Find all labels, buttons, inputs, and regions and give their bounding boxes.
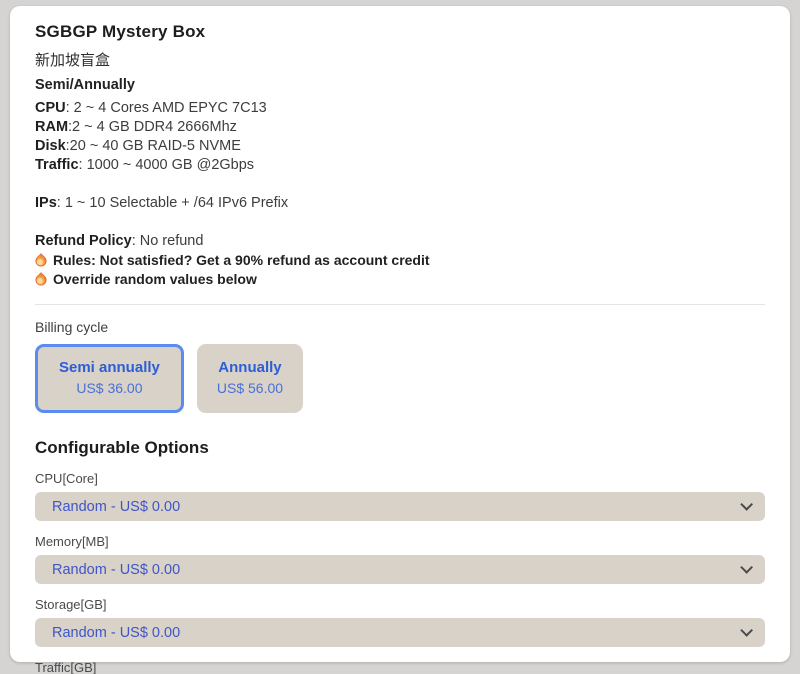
spec-traffic-value: : 1000 ~ 4000 GB @2Gbps bbox=[79, 157, 255, 173]
spec-disk-value: :20 ~ 40 GB RAID-5 NVME bbox=[66, 138, 241, 154]
billing-cycle-options: Semi annually US$ 36.00 Annually US$ 56.… bbox=[35, 344, 765, 413]
option-group-storage: Storage[GB] Random - US$ 0.00 bbox=[26, 597, 774, 647]
refund-policy-label: Refund Policy bbox=[35, 233, 132, 249]
option-label-traffic: Traffic[GB] bbox=[35, 660, 765, 674]
option-selected-value: Random - US$ 0.00 bbox=[52, 499, 740, 515]
page-background: SGBGP Mystery Box 新加坡盲盒 Semi/Annually CP… bbox=[0, 0, 800, 674]
refund-policy-value: : No refund bbox=[132, 233, 204, 249]
product-card: SGBGP Mystery Box 新加坡盲盒 Semi/Annually CP… bbox=[10, 6, 790, 662]
spec-cpu: CPU: 2 ~ 4 Cores AMD EPYC 7C13 bbox=[35, 99, 765, 118]
section-divider bbox=[35, 304, 765, 305]
flame-icon bbox=[33, 272, 49, 288]
option-group-cpu: CPU[Core] Random - US$ 0.00 bbox=[26, 471, 774, 521]
spec-disk-label: Disk bbox=[35, 138, 66, 154]
spec-ips-label: IPs bbox=[35, 195, 57, 211]
option-label-storage: Storage[GB] bbox=[35, 597, 765, 612]
spec-traffic-label: Traffic bbox=[35, 157, 79, 173]
chevron-down-icon bbox=[740, 561, 753, 574]
billing-option-price: US$ 56.00 bbox=[217, 378, 283, 399]
spec-cpu-label: CPU bbox=[35, 100, 66, 116]
spec-ram-label: RAM bbox=[35, 119, 68, 135]
spec-disk: Disk:20 ~ 40 GB RAID-5 NVME bbox=[35, 137, 765, 156]
option-select-cpu[interactable]: Random - US$ 0.00 bbox=[35, 492, 765, 521]
option-group-traffic: Traffic[GB] Random - US$ 0.00 bbox=[26, 660, 774, 674]
product-title: SGBGP Mystery Box bbox=[35, 22, 765, 42]
billing-option-annually[interactable]: Annually US$ 56.00 bbox=[197, 344, 303, 413]
billing-cycle-label: Billing cycle bbox=[35, 319, 765, 335]
rule-override: Override random values below bbox=[35, 270, 765, 289]
configurable-options-heading: Configurable Options bbox=[35, 438, 765, 458]
rule-refund-credit-text: Rules: Not satisfied? Get a 90% refund a… bbox=[53, 251, 430, 270]
spec-ips-value: : 1 ~ 10 Selectable + /64 IPv6 Prefix bbox=[57, 195, 288, 211]
billing-option-price: US$ 36.00 bbox=[59, 378, 160, 399]
option-label-memory: Memory[MB] bbox=[35, 534, 765, 549]
rule-override-text: Override random values below bbox=[53, 270, 257, 289]
option-selected-value: Random - US$ 0.00 bbox=[52, 562, 740, 578]
refund-policy: Refund Policy: No refund bbox=[35, 232, 765, 251]
option-select-memory[interactable]: Random - US$ 0.00 bbox=[35, 555, 765, 584]
spec-traffic: Traffic: 1000 ~ 4000 GB @2Gbps bbox=[35, 156, 765, 175]
option-group-memory: Memory[MB] Random - US$ 0.00 bbox=[26, 534, 774, 584]
spec-ram-value: :2 ~ 4 GB DDR4 2666Mhz bbox=[68, 119, 237, 135]
rule-refund-credit: Rules: Not satisfied? Get a 90% refund a… bbox=[35, 251, 765, 270]
product-subtitle: 新加坡盲盒 bbox=[35, 49, 765, 70]
billing-option-semi-annually[interactable]: Semi annually US$ 36.00 bbox=[35, 344, 184, 413]
chevron-down-icon bbox=[740, 624, 753, 637]
product-cycle-summary: Semi/Annually bbox=[35, 77, 765, 93]
spec-cpu-value: : 2 ~ 4 Cores AMD EPYC 7C13 bbox=[66, 100, 267, 116]
product-description: SGBGP Mystery Box 新加坡盲盒 Semi/Annually CP… bbox=[26, 22, 774, 289]
billing-option-name: Annually bbox=[217, 358, 283, 378]
option-selected-value: Random - US$ 0.00 bbox=[52, 625, 740, 641]
chevron-down-icon bbox=[740, 498, 753, 511]
billing-option-name: Semi annually bbox=[59, 358, 160, 378]
spec-ram: RAM:2 ~ 4 GB DDR4 2666Mhz bbox=[35, 118, 765, 137]
flame-icon bbox=[33, 253, 49, 269]
option-select-storage[interactable]: Random - US$ 0.00 bbox=[35, 618, 765, 647]
billing-cycle-section: Billing cycle Semi annually US$ 36.00 An… bbox=[26, 319, 774, 413]
option-label-cpu: CPU[Core] bbox=[35, 471, 765, 486]
spec-ips: IPs: 1 ~ 10 Selectable + /64 IPv6 Prefix bbox=[35, 194, 765, 213]
